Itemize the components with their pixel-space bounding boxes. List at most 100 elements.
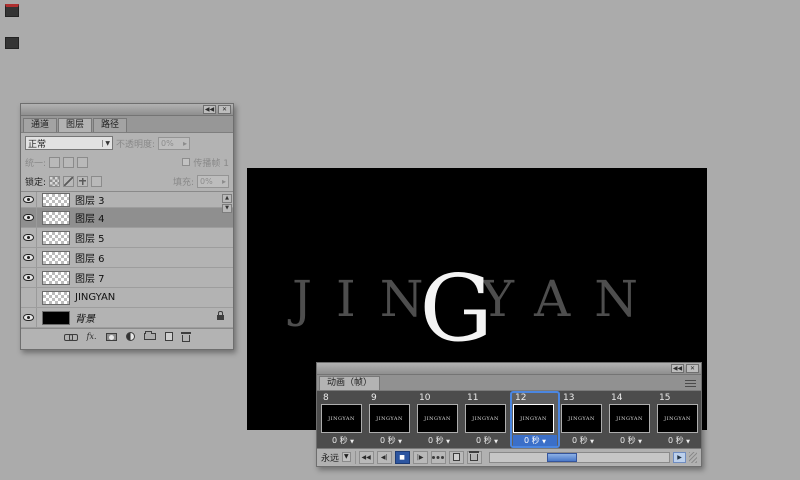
frames-scrollbar[interactable] [488,451,670,463]
frame-delay[interactable]: 0 秒 ▼ [321,435,365,446]
scroll-right-icon[interactable]: ▶ [673,451,686,463]
animation-frame[interactable]: 8 JINGYAN 0 秒 ▼ [319,392,367,447]
fill-value: 0% [200,176,213,186]
frames-strip: 8 JINGYAN 0 秒 ▼ 9 JINGYAN 0 秒 ▼ 10 JINGY… [317,391,701,448]
visibility-toggle[interactable] [21,192,37,207]
layer-thumbnail[interactable] [42,290,70,305]
layer-row-background[interactable]: 背景 [21,308,233,328]
lock-transparency-icon[interactable] [49,175,61,187]
link-layers-icon[interactable] [64,333,79,341]
duplicate-frame-button[interactable] [448,450,464,464]
tab-paths[interactable]: 路径 [93,118,128,132]
frame-thumbnail[interactable]: JINGYAN [465,404,506,433]
adjustment-layer-icon[interactable] [125,332,135,341]
delete-frame-button[interactable] [466,450,482,464]
lock-pixels-icon[interactable] [63,175,75,187]
visibility-toggle[interactable] [21,268,37,287]
layer-row[interactable]: 图层 7 [21,268,233,288]
frame-delay[interactable]: 0 秒 ▼ [417,435,461,446]
visibility-toggle[interactable] [21,228,37,247]
loop-count-select[interactable]: 永远 ▼ [321,450,356,464]
cropped-toolbox-icon-top [5,4,19,17]
layer-thumbnail[interactable] [42,192,70,207]
chevron-down-icon: ▼ [102,139,110,147]
frame-thumbnail-word: JINGYAN [616,415,643,422]
visibility-toggle[interactable] [21,288,37,307]
add-mask-icon[interactable] [105,332,117,341]
frame-thumbnail[interactable]: JINGYAN [561,404,602,433]
layer-row[interactable]: JINGYAN [21,288,233,308]
tween-button[interactable] [430,450,446,464]
animation-frame[interactable]: 14 JINGYAN 0 秒 ▼ [607,392,655,447]
visibility-toggle[interactable] [21,248,37,267]
tab-animation-frames[interactable]: 动画（帧） [319,376,381,390]
frame-thumbnail[interactable]: JINGYAN [609,404,650,433]
tab-channels[interactable]: 通道 [23,118,58,132]
animation-panel-tabs: 动画（帧） [317,375,701,391]
animation-frame[interactable]: 10 JINGYAN 0 秒 ▼ [415,392,463,447]
animation-panel: ◀◀ ✕ 动画（帧） 8 JINGYAN 0 秒 ▼ 9 JINGYAN 0 秒… [316,362,702,467]
animation-frame[interactable]: 9 JINGYAN 0 秒 ▼ [367,392,415,447]
frame-delay[interactable]: 0 秒 ▼ [561,435,605,446]
panel-menu-icon[interactable] [685,380,696,387]
fill-field[interactable]: 0% ▸ [197,174,229,188]
unify-position-icon[interactable] [49,156,61,168]
scroll-down-icon[interactable]: ▼ [222,204,232,213]
collapse-panel-icon[interactable]: ◀◀ [671,364,684,373]
frame-delay[interactable]: 0 秒 ▼ [657,435,701,446]
frame-delay[interactable]: 0 秒 ▼ [609,435,653,446]
new-layer-icon[interactable] [164,332,173,341]
frame-thumbnail[interactable]: JINGYAN [369,404,410,433]
photoshop-workspace: ◀◀ ✕ 通道 图层 路径 正常 ▼ 不透明度: 0% ▸ 统一: 传播帧 1 … [0,0,800,480]
close-panel-icon[interactable]: ✕ [218,105,231,114]
layer-row[interactable]: 图层 5 [21,228,233,248]
new-group-icon[interactable] [143,331,156,340]
blend-mode-select[interactable]: 正常 ▼ [25,136,113,150]
visibility-toggle[interactable] [21,208,37,227]
next-frame-button[interactable]: |▶ [412,450,428,464]
animation-frame[interactable]: 15 JINGYAN 0 秒 ▼ [655,392,701,447]
unify-visibility-icon[interactable] [63,156,75,168]
frame-thumbnail[interactable]: JINGYAN [417,404,458,433]
layer-row[interactable]: 图层 6 [21,248,233,268]
layer-thumbnail[interactable] [42,230,70,245]
lock-position-icon[interactable] [77,175,89,187]
unify-style-icon[interactable] [77,156,89,168]
visibility-toggle[interactable] [21,308,37,327]
previous-frame-button[interactable]: ◀| [376,450,392,464]
propagate-frame-checkbox[interactable] [182,158,191,166]
chevron-down-icon: ▼ [398,439,403,445]
frames-scrollbar-thumb[interactable] [547,452,578,462]
first-frame-button[interactable]: ◀◀ [358,450,374,464]
layer-row[interactable]: 图层 4 [21,208,233,228]
layer-style-icon[interactable]: fx. [86,332,96,341]
frame-thumbnail[interactable]: JINGYAN [513,404,554,433]
tab-layers[interactable]: 图层 [58,118,93,132]
layer-thumbnail[interactable] [42,250,70,265]
opacity-value: 0% [161,138,174,148]
frame-delay[interactable]: 0 秒 ▼ [513,435,557,446]
layer-thumbnail[interactable] [42,270,70,285]
propagate-frame-label: 传播帧 1 [193,158,229,169]
frame-thumbnail[interactable]: JINGYAN [321,404,362,433]
frame-delay[interactable]: 0 秒 ▼ [369,435,413,446]
frame-number: 9 [371,393,377,403]
delete-layer-icon[interactable] [180,331,191,342]
animation-frame[interactable]: 13 JINGYAN 0 秒 ▼ [559,392,607,447]
scroll-up-icon[interactable]: ▲ [222,194,232,203]
lock-all-icon[interactable] [91,175,103,187]
frame-thumbnail-word: JINGYAN [520,415,547,422]
close-panel-icon[interactable]: ✕ [686,364,699,373]
panel-resize-grip[interactable] [689,451,697,463]
opacity-field[interactable]: 0% ▸ [158,136,191,150]
collapse-panel-icon[interactable]: ◀◀ [203,105,216,114]
frame-thumbnail[interactable]: JINGYAN [657,404,698,433]
stop-button[interactable]: ■ [394,450,410,464]
frame-delay[interactable]: 0 秒 ▼ [465,435,509,446]
layer-thumbnail[interactable] [42,210,70,225]
layer-row[interactable]: 图层 3 [21,192,233,208]
chevron-down-icon: ▼ [590,439,595,445]
layer-thumbnail[interactable] [42,310,70,325]
animation-frame[interactable]: 11 JINGYAN 0 秒 ▼ [463,392,511,447]
animation-frame-selected[interactable]: 12 JINGYAN 0 秒 ▼ [510,391,560,448]
